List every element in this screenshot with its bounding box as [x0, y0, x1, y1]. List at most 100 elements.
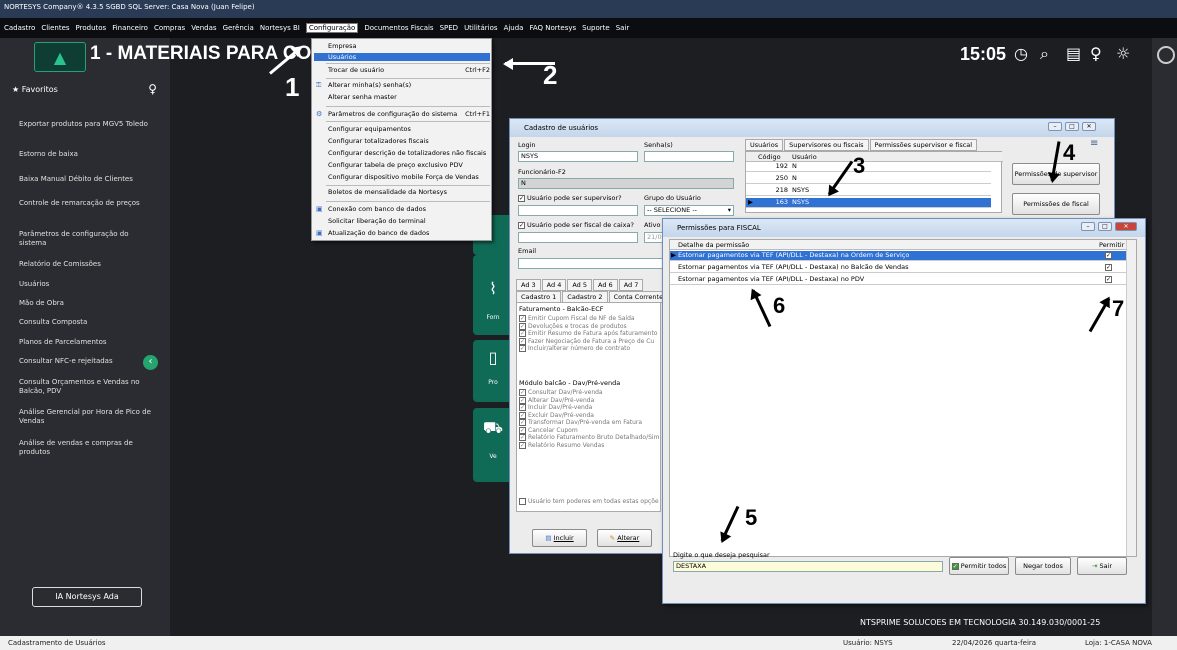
sidebar-item[interactable]: Consulta Orçamentos e Vendas no Balcão, … — [19, 378, 154, 396]
supervisor-checkbox[interactable]: ✓ Usuário pode ser supervisor? — [518, 194, 622, 202]
sidebar-item[interactable]: Análise Gerencial por Hora de Pico de Ve… — [19, 408, 154, 426]
sair-button[interactable]: ⇥ Sair — [1077, 557, 1127, 575]
sidebar-item[interactable]: Consulta Composta — [19, 318, 154, 327]
menu-item-11[interactable]: Utilitários — [464, 24, 498, 32]
menu-item-13[interactable]: FAQ Nortesys — [529, 24, 576, 32]
fat-item[interactable]: ✓ Emitir Cupom Fiscal de NF de Saída — [519, 315, 657, 323]
login-field[interactable]: NSYS — [518, 151, 638, 162]
dav-item[interactable]: ✓ Consultar Dav/Pré-venda — [519, 389, 659, 397]
menu-item-0[interactable]: Cadastro — [4, 24, 35, 32]
menu-item-9[interactable]: Documentos Fiscais — [364, 24, 433, 32]
dav-item[interactable]: ✓ Cancelar Cupom — [519, 426, 659, 435]
table-row[interactable]: 250 N — [746, 174, 991, 184]
menu-item-2[interactable]: Produtos — [76, 24, 107, 32]
menu-item-1[interactable]: Clientes — [41, 24, 69, 32]
dropdown-item[interactable]: Atualização do banco de dados — [328, 229, 490, 237]
sidebar-item[interactable]: Controle de remarcação de preços — [19, 199, 154, 208]
dav-item[interactable]: ✓ Relatório Faturamento Bruto Detalhado/S… — [519, 434, 659, 442]
dropdown-item[interactable]: Solicitar liberação do terminal — [328, 217, 490, 225]
menu-item-10[interactable]: SPED — [440, 24, 458, 32]
menu-item-8[interactable]: Configuração — [305, 23, 359, 33]
tile-fornecedores[interactable]: ⌇ Forn — [473, 255, 513, 335]
menu-item-14[interactable]: Suporte — [582, 24, 610, 32]
fat-item[interactable]: ✓ Emitir Resumo de Fatura após faturament… — [519, 330, 657, 338]
sidebar-collapse-icon[interactable]: ‹ — [143, 355, 158, 370]
tile-vendas[interactable]: ⛟ Ve — [473, 408, 513, 482]
tab[interactable]: Usuários — [745, 139, 784, 151]
sidebar-item[interactable]: Consultar NFC-e rejeitadas — [19, 357, 154, 366]
sun-icon[interactable]: ☼ — [1116, 44, 1130, 63]
dropdown-item[interactable]: Empresa — [328, 42, 490, 50]
menu-item-6[interactable]: Gerência — [223, 24, 254, 32]
avatar-icon[interactable] — [1157, 46, 1175, 64]
ia-button[interactable]: IA Nortesys Ada — [32, 587, 142, 607]
funcionario-field[interactable]: N — [518, 178, 734, 189]
dropdown-item[interactable]: Conexão com banco de dados — [328, 205, 490, 213]
dropdown-item[interactable]: Configurar tabela de preço exclusivo PDV — [328, 161, 490, 169]
menu-item-3[interactable]: Financeiro — [112, 24, 148, 32]
dropdown-item[interactable]: Configurar descrição de totalizadores nã… — [328, 149, 490, 157]
fiscal-field[interactable] — [518, 232, 638, 243]
dav-item[interactable]: ✓ Relatório Resumo Vendas — [519, 441, 659, 450]
dav-item[interactable]: ✓ Transformar Dav/Pré-venda em Fatura — [519, 419, 659, 427]
permission-row[interactable]: Estornar pagamentos via TEF (API/DLL - D… — [670, 263, 1126, 273]
close-button[interactable]: ✕ — [1115, 222, 1137, 231]
sidebar-item[interactable]: Mão de Obra — [19, 299, 154, 308]
sidebar-item[interactable]: Baixa Manual Débito de Clientes — [19, 175, 154, 184]
dav-item[interactable]: ✓ Incluir Dav/Pré-venda — [519, 404, 659, 412]
menu-item-7[interactable]: Nortesys BI — [260, 24, 300, 32]
tab[interactable]: Permissões supervisor e fiscal — [869, 139, 978, 151]
maximize-button[interactable]: □ — [1098, 222, 1112, 231]
dropdown-item[interactable]: Configurar totalizadores fiscais — [328, 137, 490, 145]
sidebar-item[interactable]: Parâmetros de configuração do sistema — [19, 230, 154, 248]
minimize-button[interactable]: – — [1048, 122, 1062, 131]
sidebar-item[interactable]: Exportar produtos para MGV5 Toledo — [19, 120, 154, 129]
logo[interactable]: ▲ — [34, 42, 86, 72]
sidebar-item[interactable]: Planos de Parcelamentos — [19, 338, 154, 347]
maximize-button[interactable]: □ — [1065, 122, 1079, 131]
dropdown-item[interactable]: Configurar dispositivo mobile Força de V… — [328, 173, 490, 181]
incluir-button[interactable]: ▤ Incluir — [532, 529, 587, 547]
sidebar-item[interactable]: Usuários — [19, 280, 154, 289]
dropdown-item[interactable]: Alterar minha(s) senha(s) — [328, 81, 490, 89]
tile-produtos[interactable]: ▯ Pro — [473, 340, 513, 402]
table-row[interactable]: 192 N — [746, 162, 991, 172]
dropdown-item[interactable]: Boletos de mensalidade da Nortesys — [328, 188, 490, 196]
fiscal-checkbox[interactable]: ✓ Usuário pode ser fiscal de caixa? — [518, 221, 634, 229]
tab[interactable]: Ad 7 — [618, 279, 644, 291]
report-icon[interactable]: ▤ — [1066, 44, 1081, 63]
menu-item-5[interactable]: Vendas — [191, 24, 216, 32]
close-button[interactable]: ✕ — [1082, 122, 1096, 131]
menu-item-15[interactable]: Sair — [616, 24, 630, 32]
scrollbar[interactable] — [1126, 240, 1136, 556]
search-icon[interactable]: ⌕ — [1040, 44, 1049, 64]
permitir-checkbox[interactable]: ✓ — [1105, 264, 1112, 271]
dropdown-item[interactable]: Usuários — [314, 53, 490, 61]
perm-fiscal-button[interactable]: Permissões de fiscal — [1012, 193, 1100, 215]
dropdown-item[interactable]: Configurar equipamentos — [328, 125, 490, 133]
sidebar-item[interactable]: Relatório de Comissões — [19, 260, 154, 269]
clock-icon[interactable]: ◷ — [1014, 44, 1028, 63]
tab[interactable]: Ad 4 — [541, 279, 567, 291]
dropdown-item[interactable]: Parâmetros de configuração do sistema Ctr… — [328, 110, 490, 118]
menu-item-4[interactable]: Compras — [154, 24, 185, 32]
email-field[interactable] — [518, 258, 668, 269]
table-row[interactable]: 218 NSYS — [746, 186, 991, 196]
dav-item[interactable]: ✓ Alterar Dav/Pré-venda — [519, 396, 659, 405]
fat-item[interactable]: ✓ Devoluções e trocas de produtos — [519, 322, 657, 331]
sidebar-item[interactable]: Estorno de baixa — [19, 150, 154, 159]
supervisor-field[interactable] — [518, 205, 638, 216]
fat-item[interactable]: ✓ Fazer Negociação de Fatura a Preço de C… — [519, 337, 657, 346]
tab[interactable]: Ad 3 — [516, 279, 541, 291]
grupo-select[interactable]: -- SELECIONE -- ▾ — [644, 205, 734, 216]
minimize-button[interactable]: – — [1081, 222, 1095, 231]
dropdown-item[interactable]: Alterar senha master — [328, 93, 490, 101]
search-input[interactable]: DESTAXA — [673, 561, 943, 572]
permitir-checkbox[interactable]: ✓ — [1105, 276, 1112, 283]
permission-row[interactable]: Estornar pagamentos via TEF (API/DLL - D… — [670, 251, 1126, 261]
tab[interactable]: Ad 5 — [567, 279, 593, 291]
permission-row[interactable]: Estornar pagamentos via TEF (API/DLL - D… — [670, 275, 1126, 285]
lightbulb-icon[interactable]: ♀ — [148, 82, 157, 96]
fat-item[interactable]: ✓ Incluir/alterar número de contrato — [519, 345, 657, 353]
dropdown-item[interactable]: Trocar de usuário Ctrl+F2 — [328, 66, 490, 74]
